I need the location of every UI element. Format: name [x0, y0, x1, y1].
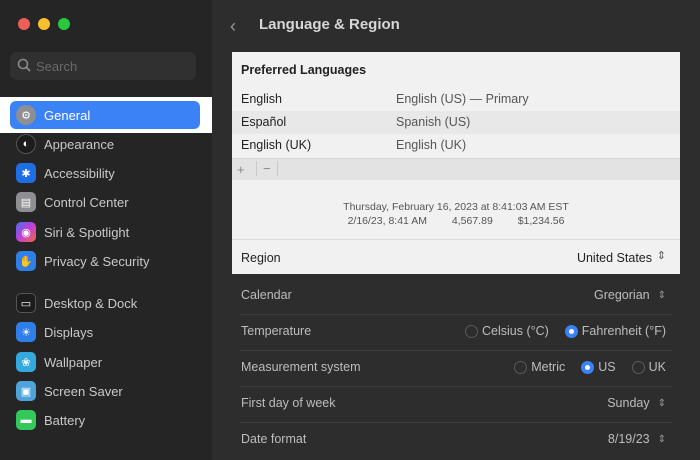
- radio-label: Metric: [531, 360, 566, 374]
- minimize-window-button[interactable]: [38, 18, 50, 30]
- radio-icon: [514, 360, 528, 374]
- control-center-icon: ▤: [16, 192, 36, 212]
- uk-radio[interactable]: UK: [631, 360, 666, 374]
- calendar-select[interactable]: Gregorian: [594, 288, 650, 302]
- language-name: English (UK): [241, 138, 312, 152]
- radio-label: UK: [648, 360, 666, 374]
- measurement-row: Measurement system Metric US UK: [232, 350, 680, 386]
- sidebar-item-displays[interactable]: ☀ Displays: [10, 318, 200, 346]
- sidebar-item-label: Accessibility: [44, 165, 115, 181]
- page-title: Language & Region: [259, 16, 400, 33]
- radio-label: Fahrenheit (°F): [581, 324, 666, 338]
- chevron-updown-icon: ⇕: [657, 397, 666, 409]
- metric-radio[interactable]: Metric: [514, 360, 565, 374]
- first-day-label: First day of week: [241, 396, 336, 410]
- language-row[interactable]: Español Spanish (US): [232, 111, 680, 134]
- region-select[interactable]: United States: [577, 251, 652, 265]
- search-field[interactable]: [10, 52, 196, 80]
- language-value: English (US) — Primary: [396, 92, 529, 106]
- display-icon: ☀: [16, 322, 36, 342]
- zoom-window-button[interactable]: [58, 18, 70, 30]
- sidebar-item-label: Privacy & Security: [44, 253, 150, 269]
- sidebar-item-screen-saver[interactable]: ▣ Screen Saver: [10, 377, 200, 405]
- battery-icon: ▬: [16, 410, 36, 430]
- sidebar: ⚙ General ◐ Appearance ✱ Accessibility ▤…: [0, 0, 212, 460]
- sidebar-item-accessibility[interactable]: ✱ Accessibility: [10, 159, 200, 187]
- sidebar-item-label: Displays: [44, 324, 94, 340]
- search-icon: [17, 58, 31, 72]
- sidebar-item-label: Control Center: [44, 194, 129, 210]
- fahrenheit-radio[interactable]: Fahrenheit (°F): [564, 324, 666, 338]
- radio-icon: [631, 360, 645, 374]
- preferred-languages-panel: Preferred Languages English English (US)…: [232, 52, 680, 274]
- radio-selected-icon: [581, 360, 595, 374]
- chevron-updown-icon: ⇕: [656, 250, 666, 262]
- sidebar-item-wallpaper[interactable]: ❀ Wallpaper: [10, 348, 200, 376]
- first-day-select[interactable]: Sunday: [607, 396, 649, 410]
- sidebar-item-label: Desktop & Dock: [44, 295, 138, 311]
- dock-icon: ▭: [16, 293, 36, 313]
- sidebar-item-appearance[interactable]: ◐ Appearance: [10, 130, 200, 158]
- sidebar-item-desktop-dock[interactable]: ▭ Desktop & Dock: [10, 289, 200, 317]
- sidebar-item-general[interactable]: ⚙ General: [10, 101, 200, 129]
- chevron-updown-icon: ⇕: [657, 433, 666, 445]
- back-button[interactable]: ‹: [230, 16, 236, 37]
- sidebar-item-siri-spotlight[interactable]: ◉ Siri & Spotlight: [10, 218, 200, 246]
- chevron-updown-icon: ⇕: [657, 289, 666, 301]
- temperature-label: Temperature: [241, 324, 312, 338]
- screen-saver-icon: ▣: [16, 381, 36, 401]
- language-list-toolbar: + −: [232, 158, 680, 180]
- temperature-row: Temperature Celsius (°C) Fahrenheit (°F): [232, 314, 680, 350]
- language-value: Spanish (US): [396, 115, 471, 129]
- section-title: Preferred Languages: [241, 63, 367, 77]
- language-name: Español: [241, 115, 287, 129]
- region-label: Region: [241, 251, 281, 265]
- calendar-row: Calendar Gregorian ⇕: [232, 278, 680, 314]
- remove-language-button[interactable]: −: [256, 161, 278, 176]
- language-value: English (UK): [396, 138, 467, 152]
- radio-icon: [464, 324, 478, 338]
- close-window-button[interactable]: [18, 18, 30, 30]
- language-row[interactable]: English (UK) English (UK): [232, 134, 680, 157]
- wallpaper-icon: ❀: [16, 352, 36, 372]
- gear-icon: ⚙: [16, 105, 36, 125]
- date-format-label: Date format: [241, 432, 307, 446]
- calendar-label: Calendar: [241, 288, 292, 302]
- sample-full-date: Thursday, February 16, 2023 at 8:41:03 A…: [343, 201, 569, 213]
- date-format-select[interactable]: 8/19/23: [608, 432, 650, 446]
- accessibility-icon: ✱: [16, 163, 36, 183]
- sidebar-item-label: Appearance: [44, 136, 115, 152]
- radio-label: Celsius (°C): [481, 324, 549, 338]
- sidebar-item-control-center[interactable]: ▤ Control Center: [10, 188, 200, 216]
- sample-currency: $1,234.56: [517, 215, 565, 227]
- format-sample-line: 2/16/23, 8:41 AM 4,567.89 $1,234.56: [232, 215, 680, 227]
- radio-label: US: [598, 360, 616, 374]
- sidebar-item-battery[interactable]: ▬ Battery: [10, 406, 200, 434]
- appearance-icon: ◐: [16, 134, 36, 154]
- sidebar-item-label: Battery: [44, 412, 86, 428]
- first-day-row: First day of week Sunday ⇕: [232, 386, 680, 422]
- language-name: English: [241, 92, 282, 106]
- sidebar-item-privacy-security[interactable]: ✋ Privacy & Security: [10, 247, 200, 275]
- sample-short-date: 2/16/23, 8:41 AM: [347, 215, 427, 227]
- siri-icon: ◉: [16, 222, 36, 242]
- us-radio[interactable]: US: [581, 360, 616, 374]
- sidebar-item-label: Screen Saver: [44, 383, 123, 399]
- add-language-button[interactable]: +: [237, 162, 245, 177]
- date-sample-line: Thursday, February 16, 2023 at 8:41:03 A…: [232, 201, 680, 213]
- sidebar-item-label: Siri & Spotlight: [44, 224, 130, 240]
- region-row: Region United States ⇕: [232, 239, 680, 274]
- date-format-row: Date format 8/19/23 ⇕: [232, 422, 680, 458]
- celsius-radio[interactable]: Celsius (°C): [464, 324, 549, 338]
- sample-number: 4,567.89: [451, 215, 493, 227]
- hand-icon: ✋: [16, 251, 36, 271]
- measurement-label: Measurement system: [241, 360, 361, 374]
- sidebar-item-label: General: [44, 107, 91, 123]
- radio-selected-icon: [564, 324, 578, 338]
- sidebar-item-label: Wallpaper: [44, 354, 103, 370]
- search-input[interactable]: [36, 57, 186, 75]
- language-row[interactable]: English English (US) — Primary: [232, 88, 680, 111]
